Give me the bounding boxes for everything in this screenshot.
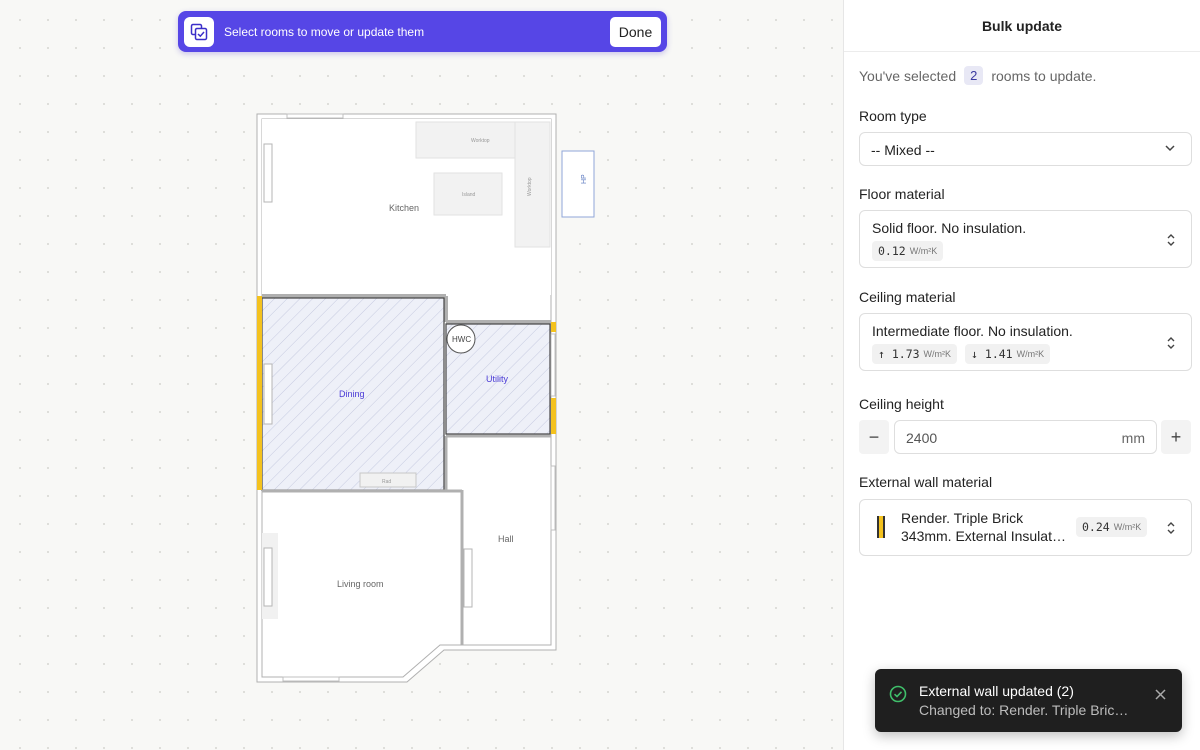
ceiling-material-label: Ceiling material bbox=[859, 289, 956, 305]
selection-summary: You've selected 2 rooms to update. bbox=[859, 66, 1097, 85]
radiator-icon bbox=[263, 547, 273, 607]
chevron-down-icon bbox=[1163, 141, 1177, 160]
heat-pump[interactable]: HP bbox=[561, 150, 595, 218]
up-down-chevron-icon bbox=[1165, 520, 1177, 541]
room-kitchen[interactable]: Worktop Island Worktop Kitchen bbox=[262, 119, 551, 295]
fixture-island: Island bbox=[462, 192, 476, 198]
panel-title: Bulk update bbox=[844, 0, 1200, 52]
up-down-chevron-icon bbox=[1165, 335, 1177, 356]
toast-notification: External wall updated (2) Changed to: Re… bbox=[875, 669, 1182, 732]
fixture-hwc: HWC bbox=[452, 335, 471, 344]
fixture-worktop-side: Worktop bbox=[527, 177, 533, 196]
ceiling-height-label: Ceiling height bbox=[859, 396, 944, 412]
close-icon[interactable] bbox=[1155, 687, 1166, 705]
done-button[interactable]: Done bbox=[610, 16, 661, 47]
room-type-label: Room type bbox=[859, 108, 927, 124]
ceiling-u-down: ↓ 1.41 W/m²K bbox=[965, 344, 1051, 364]
room-label-utility: Utility bbox=[486, 374, 508, 384]
wall-u-value: 0.24 W/m²K bbox=[1076, 517, 1148, 537]
room-label-kitchen: Kitchen bbox=[389, 203, 419, 213]
selection-mode-banner: Select rooms to move or update them Done bbox=[178, 11, 667, 52]
radiator-icon bbox=[263, 363, 273, 425]
increment-button[interactable]: + bbox=[1161, 420, 1191, 454]
fixture-rad: Rad bbox=[382, 479, 391, 485]
banner-instruction: Select rooms to move or update them bbox=[224, 24, 425, 39]
svg-text:HP: HP bbox=[581, 174, 588, 184]
toast-message: Changed to: Render. Triple Brick 3… bbox=[919, 702, 1131, 718]
room-type-select[interactable]: -- Mixed -- bbox=[859, 132, 1192, 166]
check-circle-icon bbox=[889, 685, 907, 708]
room-hall[interactable]: Hall bbox=[498, 534, 514, 544]
room-utility[interactable]: HWC Utility bbox=[445, 323, 551, 435]
floorplan-canvas[interactable]: Select rooms to move or update them Done… bbox=[0, 0, 843, 750]
ceiling-u-up: ↑ 1.73 W/m²K bbox=[872, 344, 958, 364]
decrement-button[interactable]: − bbox=[859, 420, 889, 454]
ceiling-material-select[interactable]: Intermediate floor. No insulation. ↑ 1.7… bbox=[859, 313, 1192, 371]
selected-external-wall bbox=[257, 296, 262, 490]
floor-material-select[interactable]: Solid floor. No insulation. 0.12 W/m²K bbox=[859, 210, 1192, 268]
room-label-dining: Dining bbox=[339, 389, 365, 399]
select-rooms-icon bbox=[184, 16, 214, 47]
wall-swatch-icon bbox=[877, 516, 885, 538]
radiator-icon bbox=[463, 548, 473, 608]
selected-count-badge: 2 bbox=[964, 66, 984, 85]
room-label-hall: Hall bbox=[498, 534, 514, 544]
room-dining[interactable]: Rad Dining bbox=[261, 297, 445, 491]
floor-u-value: 0.12 W/m²K bbox=[872, 241, 944, 261]
floor-material-label: Floor material bbox=[859, 186, 945, 202]
ceiling-height-input[interactable]: 2400 mm bbox=[894, 420, 1157, 454]
room-label-living-room: Living room bbox=[337, 579, 384, 589]
up-down-chevron-icon bbox=[1165, 232, 1177, 253]
bulk-update-panel: Bulk update You've selected 2 rooms to u… bbox=[843, 0, 1200, 750]
fixture-worktop: Worktop bbox=[471, 138, 490, 144]
external-wall-select[interactable]: Render. Triple Brick 343mm. External Ins… bbox=[859, 499, 1192, 556]
external-wall-label: External wall material bbox=[859, 474, 993, 490]
floor-plan: Worktop Island Worktop Kitchen HP Rad Di… bbox=[256, 113, 595, 683]
toast-title: External wall updated (2) bbox=[919, 683, 1074, 699]
radiator-icon bbox=[263, 143, 273, 203]
